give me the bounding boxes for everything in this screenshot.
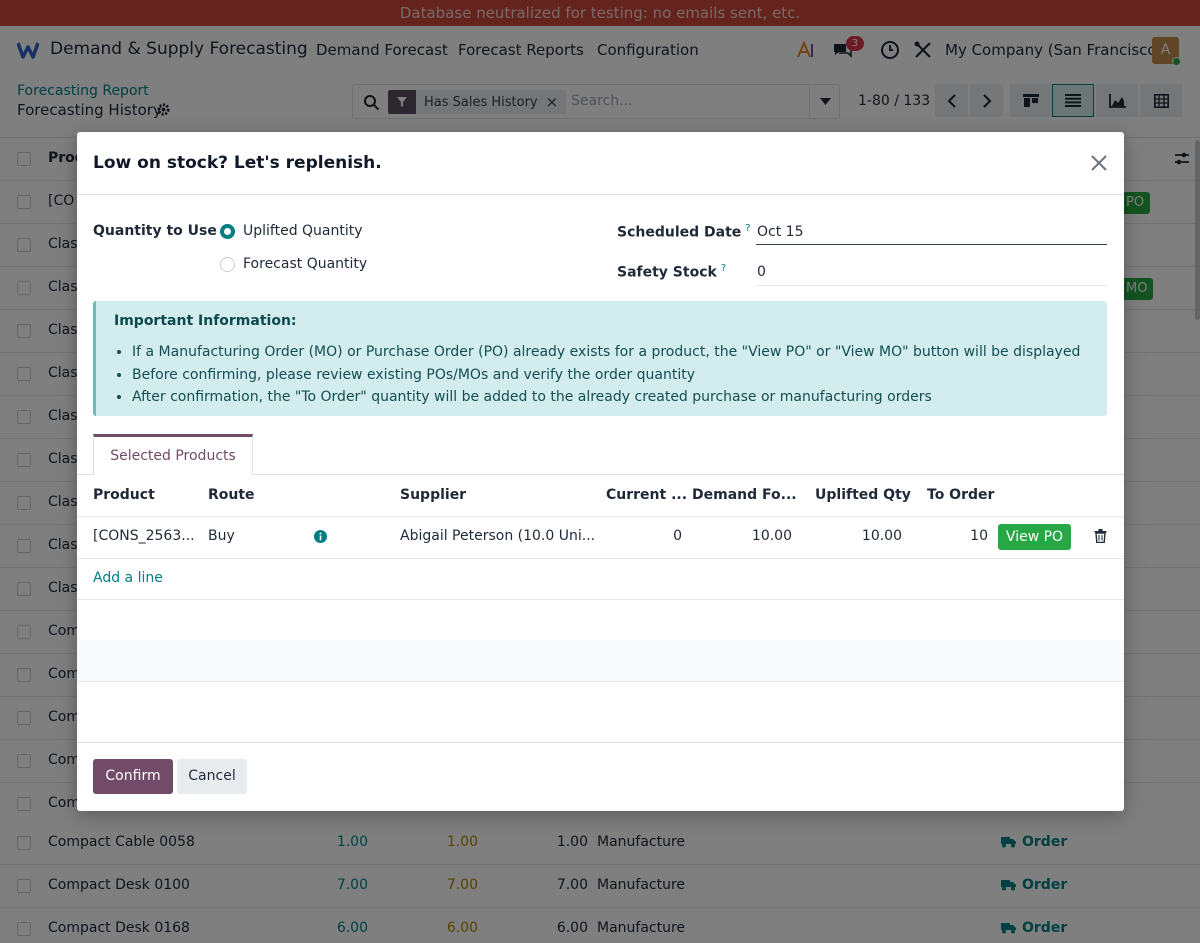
table-row-divider (77, 558, 1124, 559)
column-header-product[interactable]: Product (93, 487, 155, 503)
column-header-route[interactable]: Route (208, 487, 255, 503)
cell-demand-forecast: 10.00 (751, 528, 792, 544)
radio-uplifted-quantity[interactable] (220, 224, 235, 239)
info-icon[interactable] (314, 530, 327, 543)
cell-to-order[interactable]: 10 (937, 528, 988, 544)
add-line-link[interactable]: Add a line (93, 570, 163, 586)
alert-item: After confirmation, the "To Order" quant… (132, 386, 1080, 409)
safety-stock-label-text: Safety Stock (617, 264, 717, 281)
scheduled-date-label: Scheduled Date? (617, 223, 751, 241)
quantity-to-use-label: Quantity to Use (93, 223, 217, 239)
table-row-divider (77, 599, 1124, 600)
table-header-divider (77, 516, 1124, 517)
dialog-header-divider (77, 194, 1124, 195)
scheduled-date-input[interactable]: Oct 15 (757, 224, 803, 240)
tab-selected-products[interactable]: Selected Products (93, 434, 253, 475)
alert-list: If a Manufacturing Order (MO) or Purchas… (132, 341, 1080, 409)
help-tooltip-icon[interactable]: ? (721, 263, 726, 274)
safety-stock-underline (756, 285, 1107, 286)
empty-table-row (77, 640, 1124, 681)
radio-forecast-quantity-label[interactable]: Forecast Quantity (243, 256, 367, 272)
scheduled-date-underline (756, 244, 1107, 245)
column-header-current[interactable]: Current ... (606, 487, 687, 503)
radio-uplifted-quantity-label[interactable]: Uplifted Quantity (243, 223, 363, 239)
dialog-footer-divider (77, 742, 1124, 743)
radio-forecast-quantity[interactable] (220, 257, 235, 272)
cell-route[interactable]: Buy (208, 528, 235, 544)
cell-product[interactable]: [CONS_2563... (93, 528, 195, 544)
scheduled-date-label-text: Scheduled Date (617, 224, 742, 241)
alert-title: Important Information: (114, 313, 297, 329)
replenish-dialog: Low on stock? Let's replenish. Quantity … (77, 132, 1124, 811)
column-header-uplifted-qty[interactable]: Uplifted Qty (815, 487, 911, 503)
cell-current: 0 (673, 528, 682, 544)
close-icon[interactable] (1088, 152, 1110, 174)
help-tooltip-icon[interactable]: ? (745, 223, 750, 234)
alert-item: If a Manufacturing Order (MO) or Purchas… (132, 341, 1080, 364)
cell-supplier[interactable]: Abigail Peterson (10.0 Uni... (400, 528, 595, 544)
view-po-button[interactable]: View PO (998, 524, 1071, 550)
trash-icon[interactable] (1094, 529, 1107, 543)
cancel-button[interactable]: Cancel (177, 759, 247, 794)
column-header-supplier[interactable]: Supplier (400, 487, 466, 503)
column-header-to-order[interactable]: To Order (927, 487, 994, 503)
alert-item: Before confirming, please review existin… (132, 364, 1080, 387)
important-info-alert: Important Information: If a Manufacturin… (93, 301, 1107, 416)
safety-stock-input[interactable]: 0 (757, 264, 766, 280)
table-row-divider (77, 681, 1124, 682)
confirm-button[interactable]: Confirm (93, 759, 173, 794)
column-header-demand-forecast[interactable]: Demand Fo... (692, 487, 797, 503)
safety-stock-label: Safety Stock? (617, 263, 726, 281)
cell-uplifted-qty: 10.00 (861, 528, 902, 544)
dialog-title: Low on stock? Let's replenish. (93, 153, 382, 173)
